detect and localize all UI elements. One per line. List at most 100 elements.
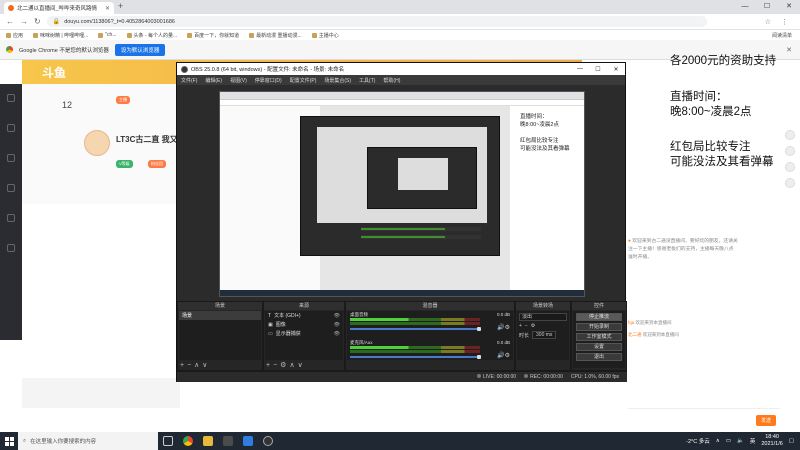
follow-icon[interactable] — [0, 124, 22, 134]
exit-button[interactable]: 退出 — [576, 353, 622, 361]
menu-file[interactable]: 文件(F) — [181, 77, 197, 84]
obs-preview[interactable]: 直播时间： 晚8:00~凌晨2点 红包局比较专注 可能没法及其看弹幕 — [219, 91, 585, 297]
tool-icon[interactable] — [785, 178, 795, 188]
studio-mode-button[interactable]: 工作室模式 — [576, 333, 622, 341]
transition-select[interactable]: 淡出 — [519, 313, 567, 321]
volume-slider[interactable] — [350, 328, 480, 330]
ime-indicator[interactable]: 英 — [750, 437, 756, 445]
visibility-icon[interactable]: 👁 — [334, 313, 340, 319]
chat-input-area[interactable]: 发送 — [628, 408, 780, 432]
back-icon[interactable]: ← — [6, 17, 14, 26]
tool-icon[interactable] — [785, 130, 795, 140]
menu-view[interactable]: 视图(V) — [230, 77, 247, 84]
home-icon[interactable] — [0, 94, 22, 104]
app-taskbar-icon[interactable] — [218, 432, 238, 450]
settings-button[interactable]: 设置 — [576, 343, 622, 351]
reading-list[interactable]: 阅读清单 — [772, 32, 792, 39]
duration-input[interactable]: 300 ms — [532, 331, 557, 339]
bookmark-item[interactable]: 百度一下，你就知道 — [187, 32, 239, 39]
minimize-icon[interactable]: — — [734, 0, 756, 14]
streamer-avatar[interactable] — [84, 130, 110, 156]
extension-icons[interactable]: ☆ ⋮ — [765, 18, 792, 26]
chrome-taskbar-icon[interactable] — [178, 432, 198, 450]
volume-knob[interactable] — [477, 355, 481, 359]
stop-streaming-button[interactable]: 停止推流 — [576, 313, 622, 321]
menu-profile[interactable]: 配置文件(P) — [290, 77, 317, 84]
category-icon[interactable] — [0, 154, 22, 164]
sources-title: 来源 — [264, 302, 344, 310]
app-taskbar-icon[interactable] — [238, 432, 258, 450]
mute-gear-icons[interactable]: 🔊⚙ — [497, 324, 510, 331]
fans-badge[interactable]: 粉丝团 — [148, 160, 166, 168]
volume-slider[interactable] — [350, 356, 480, 358]
task-view-icon[interactable] — [158, 432, 178, 450]
taskbar-clock[interactable]: 18:40 2021/1/6 — [761, 434, 782, 448]
volume-icon[interactable]: 🔈 — [737, 438, 744, 444]
bookmark-item[interactable]: 应用 — [6, 32, 23, 39]
source-toolbar-icons[interactable]: +−⚙∧∨ — [266, 361, 306, 369]
taskbar-search[interactable]: ⌕ 在这里输入你要搜索的内容 — [18, 432, 158, 450]
remove-transition-icon[interactable]: − — [525, 323, 528, 329]
cpu-status: CPU: 1.0%, 60.00 fps — [570, 374, 619, 380]
controls-title: 控件 — [572, 302, 626, 310]
source-item[interactable]: T 文本 (GDI+) 👁 — [265, 311, 343, 320]
obs-window-controls: — ☐ ✕ — [571, 66, 625, 73]
level-badge: V等级 — [116, 160, 133, 168]
scene-toolbar-icons[interactable]: +−∧∨ — [180, 361, 210, 369]
set-default-button[interactable]: 设为默认浏览器 — [114, 43, 166, 56]
site-logo[interactable]: 斗鱼 — [42, 64, 66, 81]
close-infobar-icon[interactable]: ✕ — [786, 46, 792, 54]
more-icon[interactable] — [0, 244, 22, 254]
tool-icon[interactable] — [785, 162, 795, 172]
browser-tab[interactable]: 北二通以直播间_哔哔来奇风路情 ✕ — [4, 2, 114, 14]
source-item[interactable]: ▭ 显示器捕获 👁 — [265, 329, 343, 338]
transition-toolbar[interactable]: + − ⚙ — [519, 323, 567, 329]
windows-logo-icon — [4, 436, 14, 446]
explorer-taskbar-icon[interactable] — [198, 432, 218, 450]
bookmark-item[interactable]: 最新动漫 重播动漫... — [249, 32, 302, 39]
search-icon: ⌕ — [23, 437, 27, 444]
volume-knob[interactable] — [477, 327, 481, 331]
menu-docks[interactable]: 停靠窗口(D) — [255, 77, 282, 84]
bookmark-item[interactable]: 头条 - 每个人的量... — [126, 32, 177, 39]
mute-gear-icons[interactable]: 🔊⚙ — [497, 352, 510, 359]
reload-icon[interactable]: ↻ — [34, 17, 41, 26]
weather-widget[interactable]: -2°C 多云 — [686, 437, 710, 445]
minimize-icon[interactable]: — — [571, 66, 589, 73]
monitor-source-icon: ▭ — [268, 330, 273, 337]
transitions-dock: 场景转场 淡出 + − ⚙ 时长 300 ms — [515, 301, 571, 371]
scene-item[interactable]: 场景 — [179, 311, 261, 320]
omnibox[interactable]: 🔒 douyu.com/113806?_t=0.4052864003001686 — [46, 16, 707, 27]
bookmark-item[interactable]: "ch... — [98, 32, 117, 38]
video-icon[interactable] — [0, 184, 22, 194]
bookmark-item[interactable]: 主播中心 — [311, 32, 339, 39]
start-recording-button[interactable]: 开始录制 — [576, 323, 622, 331]
transition-gear-icon[interactable]: ⚙ — [531, 323, 535, 329]
visibility-icon[interactable]: 👁 — [334, 331, 340, 337]
source-item[interactable]: ▣ 图像 👁 — [265, 320, 343, 329]
new-tab-icon[interactable]: + — [118, 1, 123, 11]
menu-edit[interactable]: 编辑(E) — [205, 77, 222, 84]
notification-icon[interactable]: ▢ — [789, 438, 794, 444]
send-button[interactable]: 发送 — [755, 415, 776, 426]
obs-taskbar-icon[interactable] — [258, 432, 278, 450]
left-nav-rail — [0, 84, 22, 340]
tray-arrow-icon[interactable]: ∧ — [716, 438, 720, 444]
menu-tools[interactable]: 工具(T) — [359, 77, 375, 84]
menu-help[interactable]: 帮助(H) — [383, 77, 400, 84]
add-transition-icon[interactable]: + — [519, 323, 522, 329]
forward-icon[interactable]: → — [20, 17, 28, 26]
network-icon[interactable]: ▭ — [726, 438, 731, 444]
bookmark-item[interactable]: 咪咪树精 | 哔哩哔哩... — [33, 32, 88, 39]
close-tab-icon[interactable]: ✕ — [105, 5, 110, 12]
recursive-obs-preview — [300, 116, 500, 256]
close-window-icon[interactable]: ✕ — [778, 0, 800, 14]
start-button[interactable] — [0, 432, 18, 450]
maximize-icon[interactable]: ☐ — [589, 66, 607, 73]
maximize-icon[interactable]: ☐ — [756, 0, 778, 14]
game-icon[interactable] — [0, 214, 22, 224]
tool-icon[interactable] — [785, 146, 795, 156]
close-window-icon[interactable]: ✕ — [607, 66, 625, 73]
menu-scene-collection[interactable]: 场景集合(S) — [324, 77, 351, 84]
visibility-icon[interactable]: 👁 — [334, 322, 340, 328]
